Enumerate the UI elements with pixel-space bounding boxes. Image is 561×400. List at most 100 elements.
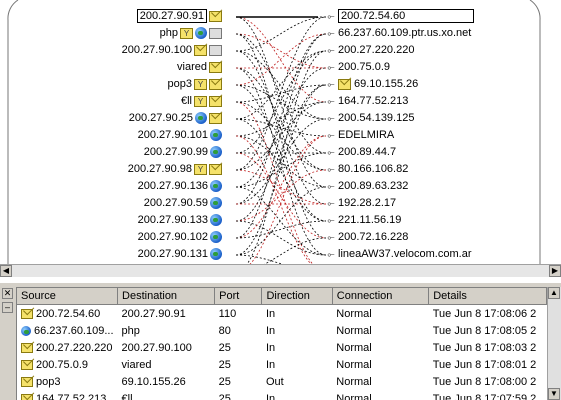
destination-node[interactable]: ⟜ 66.237.60.109.ptr.us.xo.net — [326, 25, 471, 42]
destination-node[interactable]: ⟜ 69.10.155.26 — [326, 76, 418, 93]
cell-port-text: 25 — [218, 358, 231, 371]
cell-direction-text: In — [265, 324, 276, 337]
cell-source-text: 200.75.0.9 — [36, 358, 88, 371]
tool-icon — [209, 44, 222, 56]
cell-details: Tue Jun 8 17:08:05 2 — [429, 322, 547, 339]
cell-destination: viared — [118, 356, 215, 373]
source-node[interactable]: 200.27.90.133 — [138, 212, 222, 229]
connection-graph[interactable]: 200.27.90.91 php Y 200.27.90.100 viared pop3 Y… — [0, 0, 561, 264]
destination-node[interactable]: ⟜ 192.28.2.17 — [326, 195, 396, 212]
destination-node-label: 164.77.52.213 — [338, 95, 409, 107]
source-node[interactable]: php Y — [160, 25, 222, 42]
cell-details: Tue Jun 8 17:08:03 2 — [429, 339, 547, 356]
destination-node[interactable]: ⟜ 200.72.16.228 — [326, 229, 408, 246]
source-node[interactable]: 200.27.90.136 — [138, 178, 222, 195]
destination-node[interactable]: ⟜ EDELMIRA — [326, 127, 394, 144]
source-node[interactable]: 200.27.90.102 — [138, 229, 222, 246]
cell-port: 110 — [215, 305, 262, 323]
source-node-label: 200.27.90.98 — [127, 163, 192, 175]
destination-node[interactable]: ⟜ 200.27.220.220 — [326, 42, 414, 59]
table-row[interactable]: 200.27.220.220 200.27.90.100 25 In Normal Tue… — [17, 339, 547, 356]
table-row[interactable]: 66.237.60.109... php 80 In Normal Tue Jun 8 1… — [17, 322, 547, 339]
connection-link — [235, 33, 327, 69]
connection-link — [263, 237, 327, 264]
graph-horizontal-scrollbar[interactable]: ◀ ▶ — [0, 264, 561, 277]
link-end-icon: ⟜ — [327, 164, 335, 174]
link-end-icon: ⟜ — [327, 130, 335, 140]
cell-source-text: 200.27.220.220 — [36, 341, 113, 354]
table-row[interactable]: 164.77.52.213 €ll 25 In Normal Tue Jun 8 17:0… — [17, 390, 547, 400]
source-node[interactable]: 200.27.90.59 — [144, 195, 222, 212]
source-node[interactable]: 200.27.90.91 — [136, 8, 222, 25]
source-node-label: 200.27.90.133 — [137, 214, 208, 226]
table-row[interactable]: 200.72.54.60 200.27.90.91 110 In Normal Tue J… — [17, 305, 547, 323]
destination-node[interactable]: ⟜ 221.11.56.19 — [326, 212, 401, 229]
column-header-port[interactable]: Port — [214, 288, 263, 305]
mail-icon — [209, 61, 222, 73]
link-end-icon: ⟜ — [327, 62, 335, 72]
destination-node[interactable]: ⟜ 200.72.54.60 — [326, 8, 475, 25]
minimize-panel-button[interactable]: – — [2, 302, 13, 313]
close-panel-button[interactable]: ✕ — [2, 288, 13, 299]
source-node-label: €ll — [180, 95, 192, 107]
globe-icon — [21, 325, 31, 336]
table-row[interactable]: 200.75.0.9 viared 25 In Normal Tue Jun 8 17:0… — [17, 356, 547, 373]
column-header-details[interactable]: Details — [428, 288, 547, 305]
cell-destination-text: viared — [121, 358, 152, 371]
cell-details-text: Tue Jun 8 17:08:03 2 — [432, 341, 537, 354]
scroll-left-button[interactable]: ◀ — [0, 265, 12, 277]
source-node[interactable]: €ll Y — [181, 93, 222, 110]
source-node[interactable]: 200.27.90.25 — [129, 110, 222, 127]
cell-details-text: Tue Jun 8 17:08:00 2 — [432, 375, 537, 388]
table-scroll-up-button[interactable]: ▲ — [548, 287, 560, 299]
scroll-right-button[interactable]: ▶ — [549, 265, 561, 277]
source-node-label: php — [159, 27, 178, 39]
cell-connection-text: Normal — [336, 392, 372, 400]
cell-destination: php — [118, 322, 215, 339]
source-node[interactable]: 200.27.90.131 — [138, 246, 222, 263]
column-header-direction[interactable]: Direction — [261, 288, 333, 305]
cell-connection-text: Normal — [336, 341, 372, 354]
graph-right-gutter — [549, 0, 561, 264]
cell-direction-text: In — [265, 307, 276, 320]
cell-direction: In — [262, 390, 332, 400]
destination-node[interactable]: ⟜ 200.89.63.232 — [326, 178, 408, 195]
destination-node-label: 200.72.54.60 — [338, 9, 475, 23]
table-scroll-down-button[interactable]: ▼ — [548, 388, 560, 400]
source-node-label: 200.27.90.59 — [143, 197, 208, 209]
cell-port: 25 — [215, 390, 262, 400]
column-header-destination[interactable]: Destination — [117, 288, 216, 305]
destination-node[interactable]: ⟜ 80.166.106.82 — [326, 161, 408, 178]
destination-node-label: 200.89.44.7 — [338, 146, 397, 158]
note-icon: Y — [194, 78, 207, 90]
column-header-source[interactable]: Source — [17, 288, 119, 305]
destination-node[interactable]: ⟜ 200.75.0.9 — [326, 59, 390, 76]
source-node[interactable]: 200.27.90.99 — [144, 144, 222, 161]
destination-node[interactable]: ⟜ lineaAW37.velocom.com.ar — [326, 246, 471, 263]
cell-destination: 200.27.90.91 — [118, 305, 215, 323]
connection-link — [235, 135, 312, 264]
source-node[interactable]: viared — [177, 59, 222, 76]
column-header-connection[interactable]: Connection — [332, 288, 430, 305]
cell-details-text: Tue Jun 8 17:07:59 2 — [432, 392, 537, 400]
source-node[interactable]: pop3 Y — [168, 76, 222, 93]
cell-destination: 200.27.90.100 — [118, 339, 215, 356]
destination-node-label: 200.89.63.232 — [338, 180, 409, 192]
table-row[interactable]: pop3 69.10.155.26 25 Out Normal Tue Jun 8 17:… — [17, 373, 547, 390]
destination-node[interactable]: ⟜ 200.54.139.125 — [326, 110, 414, 127]
cell-port-text: 25 — [218, 375, 231, 388]
source-node[interactable]: 200.27.90.98 Y — [128, 161, 222, 178]
destination-node[interactable]: ⟜ 164.77.52.213 — [326, 93, 408, 110]
cell-port: 25 — [215, 373, 262, 390]
globe-icon — [195, 27, 207, 40]
cell-source: 200.27.220.220 — [17, 339, 118, 356]
destination-node-label: 69.10.155.26 — [354, 78, 419, 90]
cell-source-text: pop3 — [36, 375, 61, 388]
source-node[interactable]: 200.27.90.100 — [122, 42, 222, 59]
link-end-icon: ⟜ — [327, 96, 335, 106]
source-node[interactable]: 200.27.90.101 — [138, 127, 222, 144]
destination-node[interactable]: ⟜ 200.89.44.7 — [326, 144, 396, 161]
cell-details: Tue Jun 8 17:08:01 2 — [429, 356, 547, 373]
cell-port-text: 25 — [218, 341, 231, 354]
table-vertical-scrollbar[interactable]: ▲ ▼ — [547, 287, 561, 400]
